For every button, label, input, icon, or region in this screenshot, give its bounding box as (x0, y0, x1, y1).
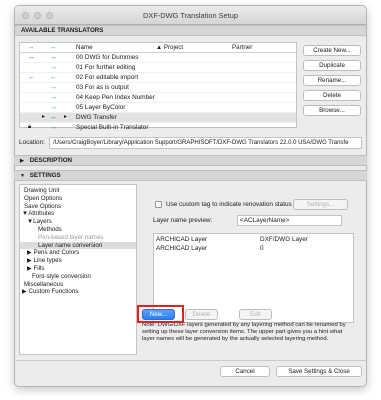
disclosure-right-icon: ▶ (20, 158, 24, 164)
settings-button[interactable]: Settings... (293, 199, 348, 210)
import-column-icon: ↔ (28, 44, 35, 51)
translator-name: 03 For as is output (76, 84, 129, 91)
dxf-layer-cell: 0 (260, 245, 264, 252)
location-path-field[interactable]: /Users/CraigBoyer/Library/Application Su… (49, 137, 362, 149)
column-project[interactable]: ▲ Project (156, 44, 183, 51)
translator-name: 05 Layer ByColor (76, 104, 126, 111)
tree-item[interactable]: ▶ Line types (20, 257, 136, 265)
tree-item[interactable]: Miscellaneous (20, 281, 136, 289)
browse-button[interactable]: Browse... (303, 105, 361, 116)
translator-row[interactable]: ↔ ↔ 00 DWG for Dummies (20, 53, 296, 63)
tree-item[interactable]: Open Options (20, 195, 136, 203)
bidirectional-arrow-icon: ↔ (50, 54, 57, 61)
delete-layer-button[interactable]: Delete (185, 309, 218, 320)
save-settings-close-button[interactable]: Save Settings & Close (276, 366, 362, 377)
tree-item[interactable]: ▶ Custom Functions (20, 288, 136, 296)
layer-name-preview-field[interactable]: <ACLayerName> (237, 215, 342, 226)
export-column-icon: ↔ (50, 44, 57, 51)
translator-row[interactable]: 🔒︎ ↔ Special Built-in Translator (20, 123, 296, 133)
tree-item[interactable]: ▶ Pens and Colors (20, 249, 136, 257)
column-name[interactable]: Name (76, 44, 93, 51)
bidirectional-arrow-icon: ↔ (50, 124, 57, 131)
renovation-tag-checkbox[interactable] (155, 201, 162, 208)
duplicate-button[interactable]: Duplicate (303, 60, 361, 71)
translator-row[interactable]: ← ← 02 For editable import (20, 73, 296, 83)
translator-row[interactable]: → 01 For further editing (20, 63, 296, 73)
translator-name: Special Built-in Translator (76, 124, 149, 131)
delete-translator-button[interactable]: Delete (303, 90, 361, 101)
translator-row-selected[interactable]: ▸ ↔ ▸ DWG Transfer (20, 113, 296, 123)
dialog-content: ↔ ↔ Name ▲ Project Partner ↔ ↔ 00 DWG fo… (14, 5, 367, 387)
right-arrow-icon: → (50, 64, 57, 71)
preview-label: Layer name preview: (153, 217, 213, 224)
translator-name: 01 For further editing (76, 64, 136, 71)
play-icon: ▸ (42, 114, 46, 120)
lock-icon: 🔒︎ (28, 124, 32, 130)
tree-item[interactable]: Save Options (20, 203, 136, 211)
settings-header[interactable]: ▼ SETTINGS (14, 170, 367, 181)
location-label: Location: (19, 139, 45, 146)
column-dxf-dwg-layer[interactable]: DXF/DWG Layer (260, 236, 308, 243)
left-arrow-icon: ← (50, 74, 57, 81)
tree-item[interactable]: ▼Layers (20, 218, 136, 226)
tree-item[interactable]: ▶ Fills (20, 265, 136, 273)
translators-table-header: ↔ ↔ Name ▲ Project Partner (20, 43, 296, 53)
settings-tree: Drawing Unit Open Options Save Options ▼… (19, 184, 137, 355)
tree-item[interactable]: Drawing Unit (20, 187, 136, 195)
tree-item[interactable]: ▼Attributes (20, 210, 136, 218)
tree-item-selected[interactable]: Layer name conversion (20, 241, 136, 250)
disclosure-down-icon: ▼ (20, 173, 25, 179)
edit-layer-button[interactable]: Edit (239, 309, 272, 320)
layer-conversion-note: Note: DWG/DXF layers generated by any la… (142, 322, 346, 343)
bidirectional-arrow-icon: ↔ (28, 54, 35, 61)
translator-row[interactable]: → 05 Layer ByColor (20, 103, 296, 113)
bidirectional-arrow-icon: ↔ (50, 114, 57, 121)
tree-item[interactable]: Font-style conversion (20, 273, 136, 281)
column-partner[interactable]: Partner (232, 44, 252, 51)
rename-button[interactable]: Rename... (303, 75, 361, 86)
translator-name: 04 Keep Pen Index Number (76, 94, 155, 101)
settings-label: SETTINGS (29, 172, 61, 179)
right-arrow-icon: → (50, 104, 57, 111)
right-arrow-icon: → (50, 84, 57, 91)
translator-row[interactable]: → 04 Keep Pen Index Number (20, 93, 296, 103)
play-icon: ▸ (64, 114, 68, 120)
highlight-box (137, 305, 184, 323)
footer-divider (14, 360, 367, 361)
translator-name: 00 DWG for Dummies (76, 54, 139, 61)
translator-name: 02 For editable import (76, 74, 139, 81)
column-archicad-layer[interactable]: ARCHICAD Layer (156, 236, 207, 243)
translator-name: DWG Transfer (76, 114, 117, 121)
description-label: DESCRIPTION (29, 157, 73, 164)
translators-table: ↔ ↔ Name ▲ Project Partner ↔ ↔ 00 DWG fo… (19, 42, 297, 133)
right-arrow-icon: → (50, 94, 57, 101)
table-row[interactable]: ARCHICAD Layer 0 (154, 244, 353, 254)
tree-item-disabled: Pen-based layer names (38, 233, 104, 241)
tree-item[interactable]: Methods (20, 226, 136, 234)
renovation-tag-label: Use custom tag to indicate renovation st… (166, 201, 292, 208)
cancel-button[interactable]: Cancel (220, 366, 270, 377)
description-header[interactable]: ▶ DESCRIPTION (14, 155, 367, 166)
left-arrow-icon: ← (28, 74, 35, 81)
location-row: Location: /Users/CraigBoyer/Library/Appl… (19, 137, 362, 149)
archicad-layer-cell: ARCHICAD Layer (156, 245, 208, 252)
create-new-button[interactable]: Create New... (303, 45, 361, 56)
translator-row[interactable]: → 03 For as is output (20, 83, 296, 93)
